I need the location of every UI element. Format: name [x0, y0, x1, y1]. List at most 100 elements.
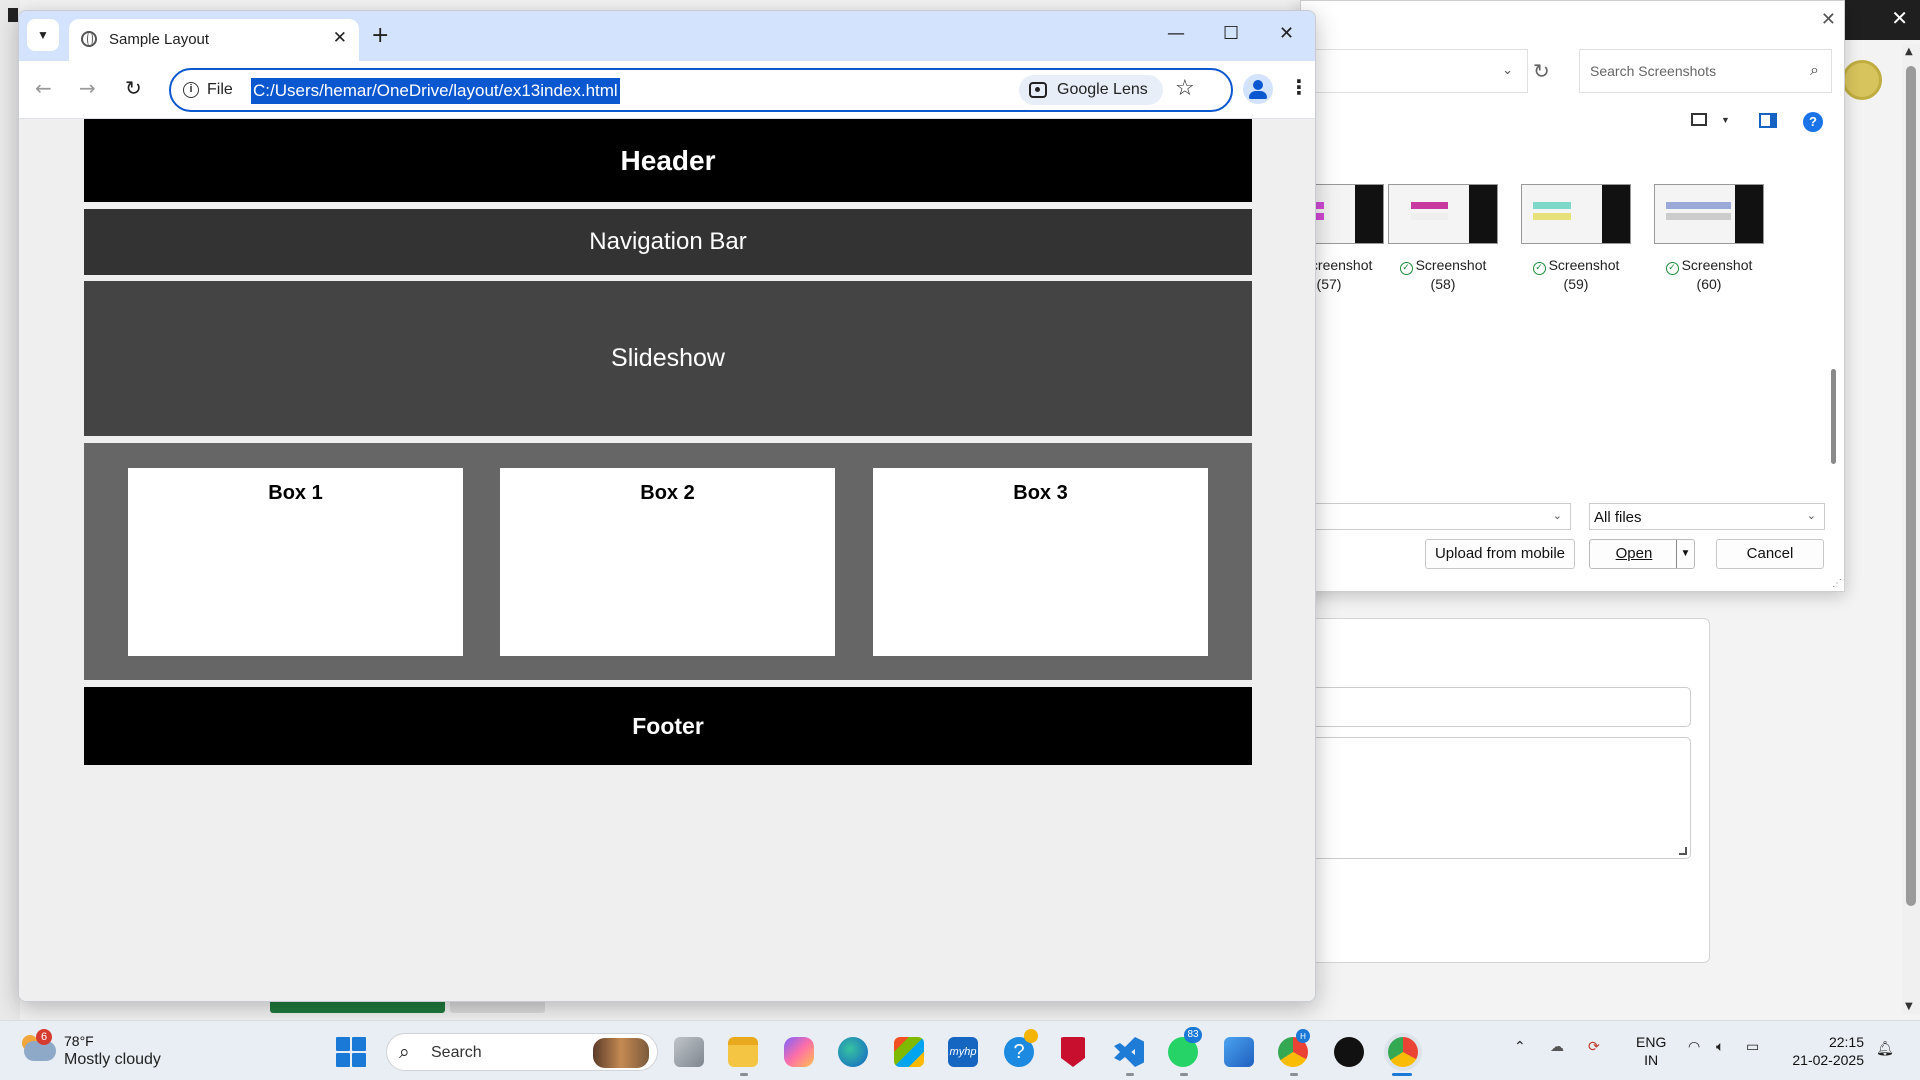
- weather-condition: Mostly cloudy: [64, 1051, 161, 1068]
- open-button[interactable]: Open ▼: [1589, 539, 1695, 569]
- file-name-input[interactable]: ⌄: [1301, 503, 1571, 530]
- running-indicator: [1180, 1073, 1188, 1076]
- whatsapp-badge: 83: [1184, 1027, 1202, 1043]
- file-item[interactable]: ✓ Screenshot (60): [1653, 184, 1765, 293]
- browser-window: ▼ Sample Layout ✕ + — ☐ ✕ ← → ↻ i File C…: [18, 10, 1316, 1002]
- tab-title: Sample Layout: [109, 31, 210, 48]
- tab-sample-layout[interactable]: Sample Layout ✕: [69, 19, 359, 61]
- search-highlight-image: [593, 1038, 649, 1068]
- sync-icon[interactable]: ⟳: [1588, 1039, 1600, 1055]
- url-text[interactable]: C:/Users/hemar/OneDrive/layout/ex13index…: [251, 78, 620, 104]
- reload-icon[interactable]: ↻: [125, 76, 142, 100]
- show-hidden-icons[interactable]: ⌃: [1514, 1039, 1526, 1055]
- avatar: [1842, 60, 1882, 100]
- edge-icon[interactable]: [838, 1037, 868, 1067]
- onedrive-icon[interactable]: ☁: [1550, 1039, 1564, 1055]
- box-3: Box 3: [873, 468, 1208, 656]
- search-icon: ⌕: [399, 1041, 410, 1063]
- file-name: ✓ Screenshot (60): [1653, 256, 1765, 293]
- wifi-icon[interactable]: ◠: [1688, 1039, 1700, 1055]
- start-button[interactable]: [336, 1037, 366, 1067]
- back-icon[interactable]: ←: [35, 76, 52, 100]
- file-type-select[interactable]: All files ⌄: [1589, 503, 1825, 530]
- forward-icon[interactable]: →: [79, 76, 96, 100]
- synced-check-icon: ✓: [1532, 262, 1546, 275]
- tab-strip: ▼ Sample Layout ✕ + — ☐ ✕: [19, 11, 1315, 61]
- address-bar[interactable]: i File C:/Users/hemar/OneDrive/layout/ex…: [169, 68, 1233, 112]
- scroll-up-icon[interactable]: ▲: [1905, 46, 1913, 57]
- photos-icon[interactable]: [1224, 1037, 1254, 1067]
- upload-from-mobile-button[interactable]: Upload from mobile: [1425, 539, 1575, 569]
- background-window-edge: [0, 0, 20, 1020]
- help-icon[interactable]: ?: [1803, 112, 1823, 132]
- chevron-down-icon[interactable]: ⌄: [1502, 62, 1513, 78]
- bookmark-star-icon[interactable]: ☆: [1175, 76, 1195, 101]
- chevron-down-icon[interactable]: ⌄: [1553, 509, 1562, 522]
- tab-close-icon[interactable]: ✕: [333, 28, 347, 48]
- volume-icon[interactable]: 🔈︎: [1716, 1039, 1724, 1055]
- language-indicator[interactable]: ENG IN: [1636, 1033, 1666, 1069]
- resize-grip-icon[interactable]: [1679, 847, 1687, 855]
- chrome-icon[interactable]: [1388, 1037, 1418, 1067]
- battery-icon[interactable]: ▭: [1746, 1039, 1759, 1055]
- myhp-icon[interactable]: myhp: [948, 1037, 978, 1067]
- copilot-icon[interactable]: [784, 1037, 814, 1067]
- more-menu-icon[interactable]: ⋮: [1289, 75, 1309, 99]
- new-tab-icon[interactable]: +: [371, 23, 389, 48]
- dialog-resize-grip-icon[interactable]: ⋰: [1832, 578, 1842, 589]
- window-close-icon[interactable]: ✕: [1279, 23, 1294, 44]
- scroll-down-icon[interactable]: ▼: [1905, 1001, 1913, 1012]
- chevron-down-icon[interactable]: ⌄: [1807, 509, 1816, 522]
- github-icon[interactable]: [1334, 1037, 1364, 1067]
- weather-widget[interactable]: 6 78°F Mostly cloudy: [20, 1029, 170, 1073]
- notification-dot: [1024, 1029, 1038, 1043]
- refresh-icon[interactable]: ↻: [1533, 59, 1550, 83]
- page-viewport: Header Navigation Bar Slideshow Box 1 Bo…: [19, 119, 1315, 1001]
- vscode-icon[interactable]: [1114, 1037, 1144, 1067]
- preview-pane-icon[interactable]: [1759, 113, 1777, 128]
- search-icon[interactable]: ⌕: [1810, 60, 1819, 80]
- clock[interactable]: 22:15 21-02-2025: [1788, 1033, 1864, 1069]
- file-item[interactable]: ✓ Screenshot (58): [1387, 184, 1499, 293]
- background-close-icon[interactable]: ✕: [1891, 6, 1908, 30]
- maximize-icon[interactable]: ☐: [1223, 23, 1239, 44]
- store-icon[interactable]: [894, 1037, 924, 1067]
- page-footer: Footer: [84, 687, 1252, 765]
- dialog-address-bar[interactable]: ⌄: [1301, 49, 1528, 93]
- minimize-icon[interactable]: —: [1167, 23, 1185, 44]
- view-mode-icon[interactable]: [1691, 113, 1707, 126]
- tab-search-button[interactable]: ▼: [27, 19, 59, 51]
- mcafee-icon[interactable]: [1061, 1037, 1085, 1067]
- running-indicator: [1290, 1073, 1298, 1076]
- cancel-button[interactable]: Cancel: [1716, 539, 1824, 569]
- box-1: Box 1: [128, 468, 463, 656]
- dialog-close-icon[interactable]: ✕: [1821, 9, 1836, 30]
- background-textarea[interactable]: [1311, 737, 1691, 859]
- view-caret-icon[interactable]: ▼: [1721, 115, 1730, 125]
- open-button-label[interactable]: Open: [1590, 540, 1678, 568]
- page-scrollbar[interactable]: ▲ ▼: [1902, 44, 1920, 1014]
- navigation-bar: Navigation Bar: [84, 209, 1252, 275]
- dialog-search-input[interactable]: Search Screenshots ⌕: [1579, 49, 1832, 93]
- file-item[interactable]: ✓ Screenshot (59): [1520, 184, 1632, 293]
- file-name: ✓ Screenshot (58): [1387, 256, 1499, 293]
- background-input[interactable]: [1311, 687, 1691, 727]
- profile-icon[interactable]: [1243, 74, 1273, 104]
- background-form: [1290, 618, 1710, 963]
- file-explorer-icon[interactable]: [728, 1037, 758, 1067]
- taskbar-search[interactable]: ⌕ Search: [386, 1033, 658, 1071]
- site-info-icon[interactable]: i: [183, 82, 199, 98]
- google-lens-button[interactable]: Google Lens: [1019, 75, 1163, 105]
- running-indicator: [1126, 1073, 1134, 1076]
- dialog-scrollbar[interactable]: [1831, 369, 1836, 464]
- file-list: ✓Screenshot(57) ✓Screenshot(58) ✓Screens…: [1274, 146, 1831, 486]
- taskbar-search-label: Search: [431, 1044, 482, 1061]
- task-view-icon[interactable]: [674, 1037, 704, 1067]
- synced-check-icon: ✓: [1399, 262, 1413, 275]
- notification-bell-icon[interactable]: 🔔︎: [1876, 1041, 1894, 1059]
- file-name: ✓ Screenshot (59): [1520, 256, 1632, 293]
- open-dropdown-icon[interactable]: ▼: [1676, 540, 1694, 568]
- scrollbar-thumb[interactable]: [1906, 66, 1916, 906]
- search-placeholder: Search Screenshots: [1590, 63, 1717, 79]
- slideshow: Slideshow: [84, 281, 1252, 436]
